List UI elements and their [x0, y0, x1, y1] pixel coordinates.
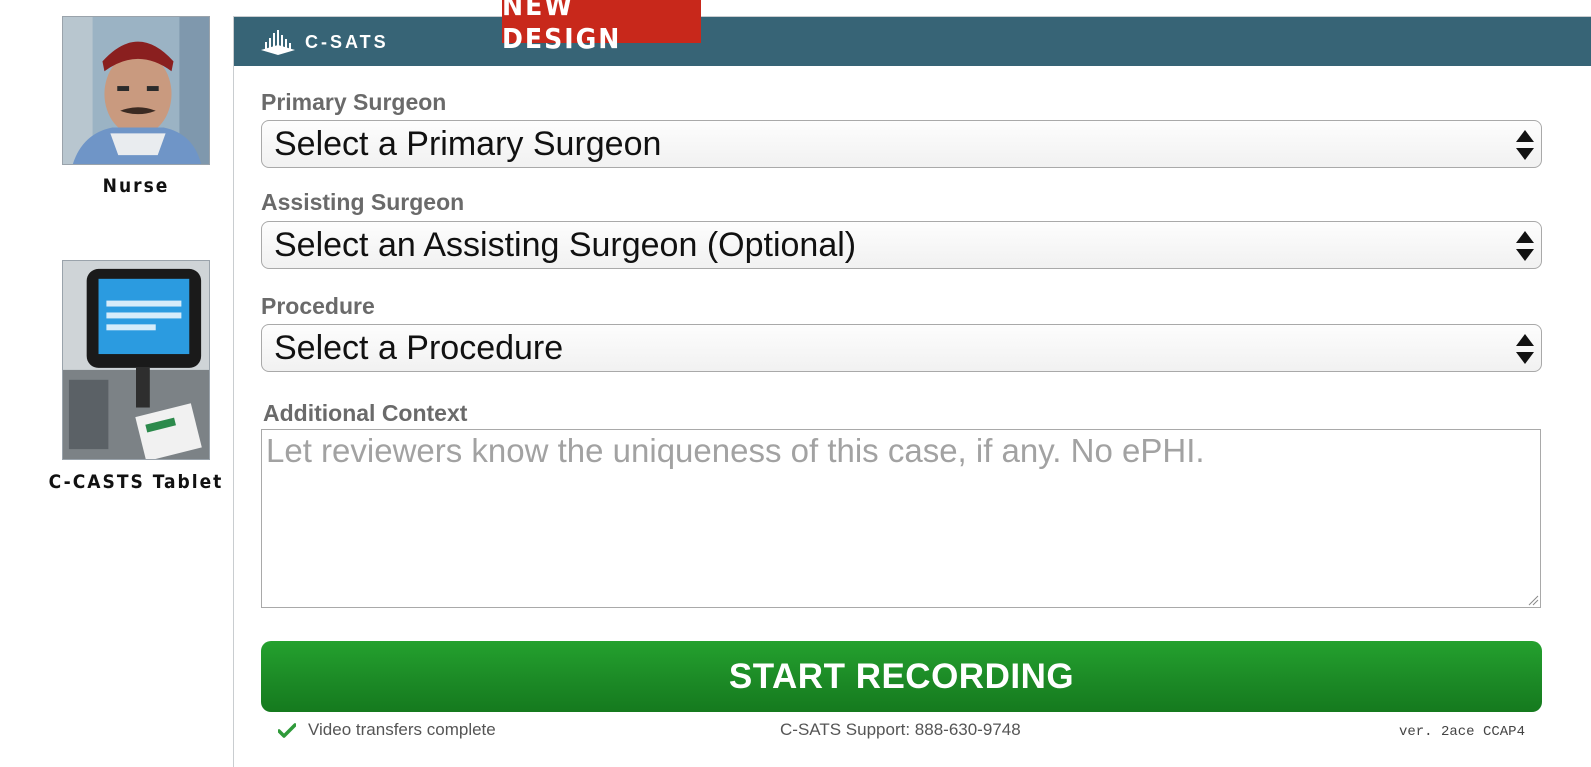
logo-text: C-SATS [305, 31, 389, 52]
tablet-caption: C-CASTS Tablet [48, 471, 224, 493]
transfer-status-text: Video transfers complete [308, 720, 496, 739]
select-arrows-icon [1515, 128, 1535, 162]
procedure-label: Procedure [261, 293, 375, 319]
nurse-photo [62, 16, 210, 165]
additional-context-placeholder: Let reviewers know the uniqueness of thi… [266, 432, 1205, 469]
primary-surgeon-label: Primary Surgeon [261, 89, 447, 115]
csats-logo: C-SATS [259, 27, 389, 57]
page: Nurse C-CASTS Tablet C-SATS Primary Surg… [0, 0, 1591, 767]
tablet-photo [62, 260, 210, 460]
assisting-surgeon-select[interactable]: Select an Assisting Surgeon (Optional) [261, 221, 1542, 269]
procedure-value: Select a Procedure [274, 328, 564, 367]
transfer-status: Video transfers complete [278, 720, 496, 740]
start-recording-button[interactable]: START RECORDING [261, 641, 1542, 712]
nurse-caption: Nurse [102, 175, 170, 197]
recording-panel: C-SATS Primary Surgeon Select a Primary … [233, 16, 1591, 767]
primary-surgeon-select[interactable]: Select a Primary Surgeon [261, 120, 1542, 168]
support-phone: C-SATS Support: 888-630-9748 [780, 720, 1021, 739]
assisting-surgeon-value: Select an Assisting Surgeon (Optional) [274, 225, 857, 264]
additional-context-textarea[interactable]: Let reviewers know the uniqueness of thi… [261, 429, 1541, 608]
select-arrows-icon [1515, 229, 1535, 263]
version-label: ver. 2ace CCAP4 [1398, 724, 1525, 740]
resize-grip-icon[interactable] [1527, 594, 1539, 606]
select-arrows-icon [1515, 332, 1535, 366]
new-design-badge: NEW DESIGN [502, 0, 701, 55]
primary-surgeon-value: Select a Primary Surgeon [274, 124, 662, 163]
city-skyline-icon [261, 30, 295, 55]
procedure-select[interactable]: Select a Procedure [261, 324, 1542, 372]
additional-context-label: Additional Context [263, 400, 468, 426]
checkmark-icon [278, 722, 296, 738]
header-bar: C-SATS [234, 17, 1591, 66]
assisting-surgeon-label: Assisting Surgeon [261, 189, 465, 215]
